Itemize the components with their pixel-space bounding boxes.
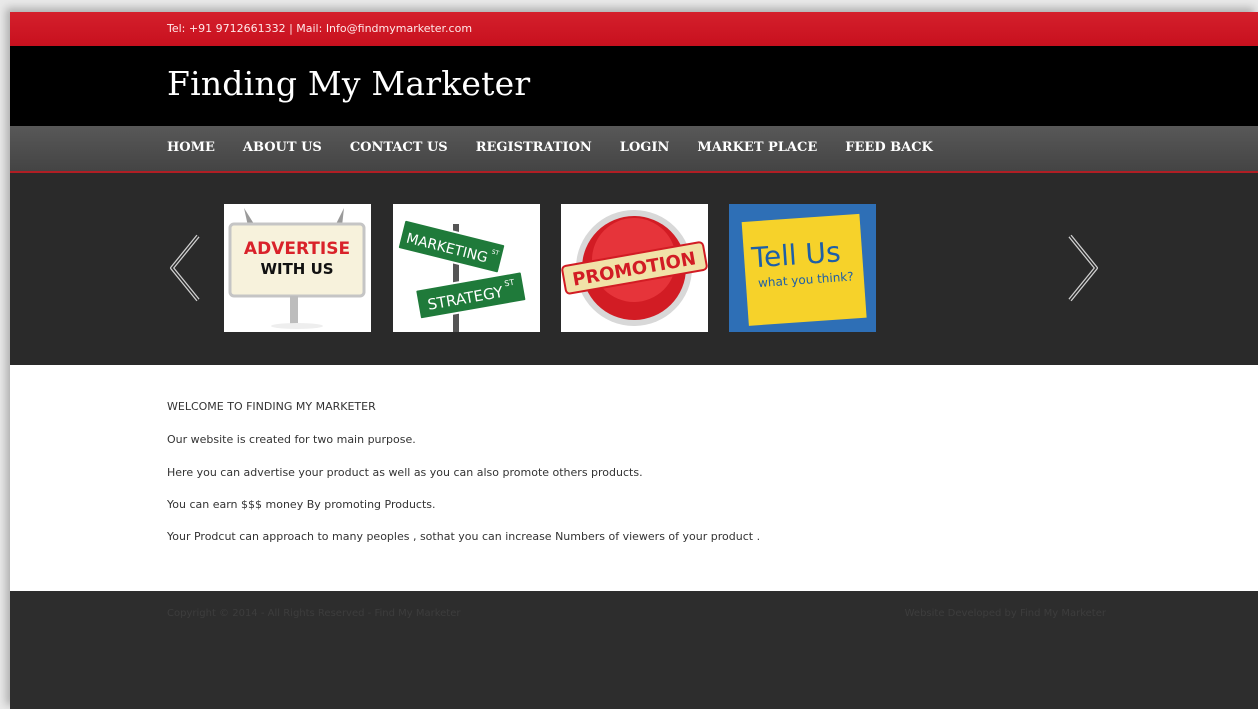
site-footer: Copyright © 2014 - All Rights Reserved -… xyxy=(10,591,1258,709)
image-carousel: ADVERTISE WITH US MARKETING ST STRATEGY xyxy=(10,173,1258,365)
carousel-slide-advertise[interactable]: ADVERTISE WITH US xyxy=(224,204,371,332)
carousel-slide-feedback[interactable]: Tell Us what you think? xyxy=(729,204,876,332)
page-frame: Tel: +91 9712661332 | Mail: Info@findmym… xyxy=(10,12,1258,709)
nav-item-registration[interactable]: REGISTRATION xyxy=(476,140,592,155)
carousel-next-button[interactable] xyxy=(1064,233,1104,303)
slide-advertise-line2: WITH US xyxy=(260,260,333,278)
welcome-heading: WELCOME TO FINDING MY MARKETER xyxy=(167,400,376,413)
site-title[interactable]: Finding My Marketer xyxy=(167,64,530,103)
carousel-slide-marketing-strategy[interactable]: MARKETING ST STRATEGY ST xyxy=(393,204,540,332)
street-sign-image: MARKETING ST STRATEGY ST xyxy=(393,204,540,332)
chevron-left-icon xyxy=(170,234,200,302)
nav-item-feed-back[interactable]: FEED BACK xyxy=(845,140,933,155)
chevron-right-icon xyxy=(1068,234,1098,302)
contact-info[interactable]: Tel: +91 9712661332 | Mail: Info@findmym… xyxy=(167,22,472,35)
nav-item-market-place[interactable]: MARKET PLACE xyxy=(697,140,817,155)
sticky-note-image: Tell Us what you think? xyxy=(729,204,876,332)
nav-item-about-us[interactable]: ABOUT US xyxy=(243,140,322,155)
welcome-paragraph: Our website is created for two main purp… xyxy=(167,433,416,446)
nav-item-contact-us[interactable]: CONTACT US xyxy=(350,140,448,155)
slide-advertise-line1: ADVERTISE xyxy=(244,239,350,259)
welcome-paragraph: Your Prodcut can approach to many people… xyxy=(167,530,761,543)
nav-item-home[interactable]: HOME xyxy=(167,140,215,155)
top-contact-bar: Tel: +91 9712661332 | Mail: Info@findmym… xyxy=(10,12,1258,46)
welcome-paragraph: Here you can advertise your product as w… xyxy=(167,466,643,479)
carousel-slide-promotion[interactable]: PROMOTION xyxy=(561,204,708,332)
welcome-content: WELCOME TO FINDING MY MARKETER Our websi… xyxy=(10,365,1258,591)
slide-feedback-line1: Tell Us xyxy=(749,235,841,274)
carousel-prev-button[interactable] xyxy=(164,233,204,303)
footer-developer-credit[interactable]: Website Developed by Find My Marketer xyxy=(905,608,1106,619)
site-header: Finding My Marketer xyxy=(10,46,1258,126)
promotion-button-image: PROMOTION xyxy=(561,204,708,332)
advertise-billboard-image: ADVERTISE WITH US xyxy=(224,204,371,332)
slide-strategy-line2-suffix: ST xyxy=(504,278,515,289)
nav-item-login[interactable]: LOGIN xyxy=(620,140,670,155)
main-navigation: HOME ABOUT US CONTACT US REGISTRATION LO… xyxy=(10,126,1258,173)
welcome-paragraph: You can earn $$$ money By promoting Prod… xyxy=(167,498,436,511)
footer-copyright: Copyright © 2014 - All Rights Reserved -… xyxy=(167,608,461,619)
